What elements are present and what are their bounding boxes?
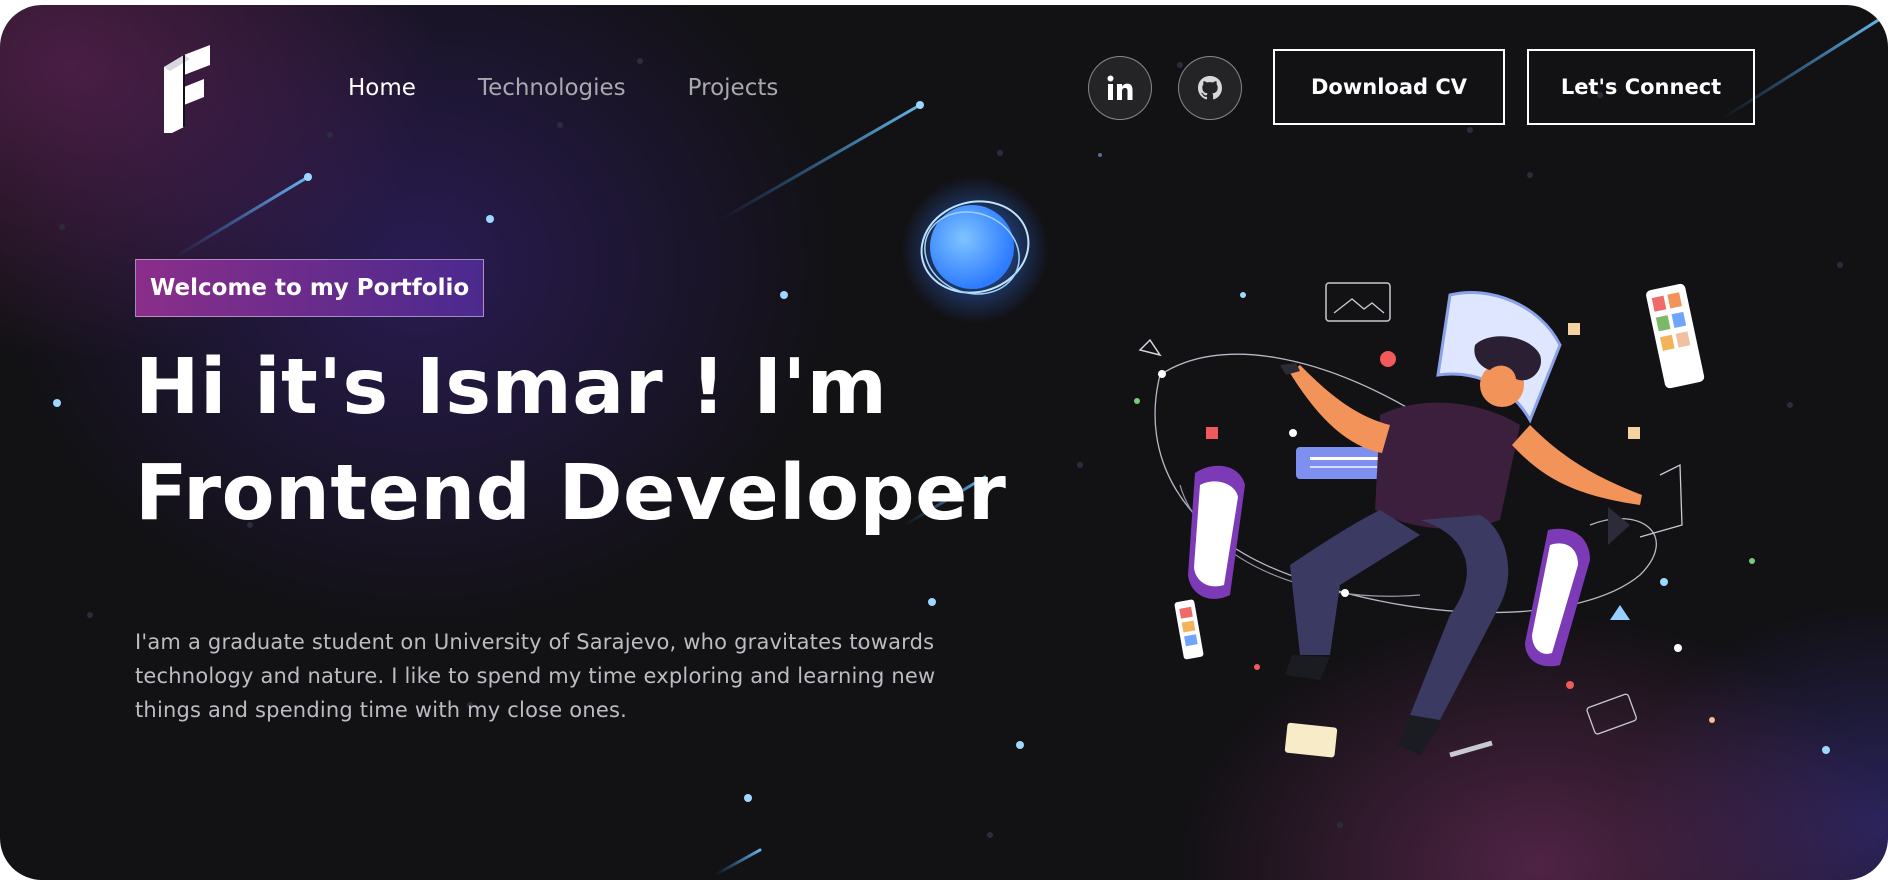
hero-bio: I'am a graduate student on University of… (135, 630, 936, 722)
github-icon (1198, 76, 1222, 100)
github-button[interactable] (1178, 56, 1242, 120)
glowing-planet-image (901, 176, 1049, 324)
floating-developer-illustration (1134, 282, 1705, 758)
headline-line-1: Hi it's Ismar ! I'm (135, 343, 888, 432)
download-cv-button[interactable]: Download CV (1273, 49, 1505, 125)
headline-line-2: Frontend Developer (135, 449, 1007, 538)
nav-link-home[interactable]: Home (348, 75, 416, 101)
hero-headline: Hi it's Ismar ! I'm Frontend Developer (135, 335, 1006, 547)
hero-banner: Home Technologies Projects Download CV L… (0, 5, 1888, 880)
nav-link-projects[interactable]: Projects (688, 75, 779, 101)
logo-f-icon[interactable] (162, 45, 212, 133)
linkedin-icon (1107, 75, 1133, 100)
nav-link-technologies[interactable]: Technologies (478, 75, 626, 101)
welcome-tagline: Welcome to my Portfolio (135, 259, 485, 317)
main-nav: Home Technologies Projects (348, 75, 778, 101)
lets-connect-button[interactable]: Let's Connect (1527, 49, 1755, 125)
linkedin-button[interactable] (1088, 56, 1152, 120)
